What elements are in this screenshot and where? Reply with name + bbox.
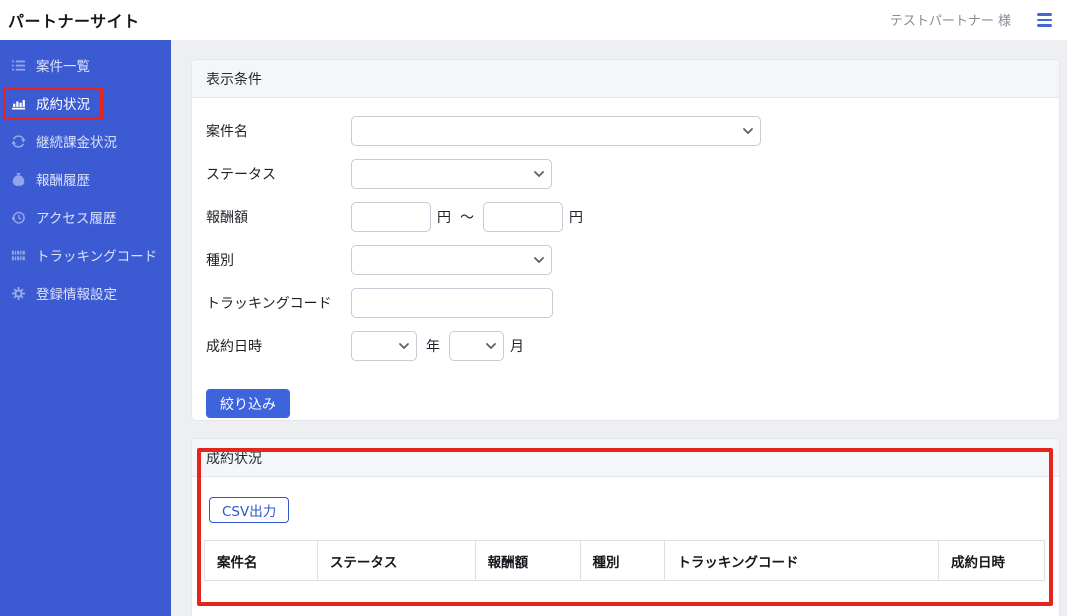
results-panel-header: 成約状況 [192, 439, 1059, 477]
filter-row-tracking-code: トラッキングコード [206, 288, 1045, 318]
field-label: 種別 [206, 253, 234, 269]
year-unit-label: 年 [426, 339, 440, 355]
filter-row-contract-date: 成約日時 年 月 [206, 331, 1045, 361]
filter-row-type: 種別 [206, 245, 1045, 275]
type-select[interactable] [351, 245, 552, 275]
sidebar-item-tracking-code[interactable]: トラッキングコード [0, 236, 171, 274]
field-label: 成約日時 [206, 339, 262, 355]
sidebar-item-label: トラッキングコード [36, 249, 158, 265]
history-clock-icon [10, 210, 27, 225]
column-header: ステータス [316, 540, 476, 581]
user-name: テストパートナー 様 [889, 14, 1011, 30]
filter-submit-button[interactable]: 絞り込み [206, 389, 290, 418]
filter-row-status: ステータス [206, 159, 1045, 189]
sidebar-item-label: 報酬履歴 [36, 173, 90, 189]
column-header: 成約日時 [938, 540, 1045, 581]
csv-export-button[interactable]: CSV出力 [209, 497, 290, 523]
bar-chart-icon [10, 96, 27, 111]
sidebar-item-label: 継続課金状況 [36, 135, 117, 151]
filter-panel-title: 表示条件 [206, 71, 262, 88]
barcode-icon [10, 248, 27, 263]
list-icon [10, 58, 27, 73]
results-panel-body: CSV出力 案件名 ステータス 報酬額 種別 トラッキングコード 成約日時 [192, 477, 1059, 581]
header-right: テストパートナー 様 [890, 6, 1067, 33]
hamburger-icon [1037, 13, 1052, 27]
sync-icon [10, 134, 27, 149]
yen-unit-label: 円 [437, 210, 451, 226]
money-bag-icon [10, 172, 27, 187]
filter-panel: 表示条件 案件名 ステータス 報酬額 円 〜 円 種別 トラッキングコード 成約… [191, 59, 1060, 421]
top-header: パートナーサイト テストパートナー 様 [0, 0, 1067, 40]
project-name-select[interactable] [351, 116, 761, 146]
reward-min-input[interactable] [351, 202, 431, 232]
gear-icon [10, 286, 27, 301]
column-header: 案件名 [204, 540, 318, 581]
filter-panel-header: 表示条件 [192, 60, 1059, 98]
field-label: 案件名 [206, 124, 248, 140]
sidebar-item-reward-history[interactable]: 報酬履歴 [0, 160, 171, 198]
sidebar-item-recurring-billing[interactable]: 継続課金状況 [0, 122, 171, 160]
field-label: 報酬額 [206, 210, 248, 226]
sidebar-item-account-settings[interactable]: 登録情報設定 [0, 274, 171, 312]
sidebar-item-label: アクセス履歴 [36, 211, 117, 227]
main-content: 表示条件 案件名 ステータス 報酬額 円 〜 円 種別 トラッキングコード 成約… [171, 40, 1067, 616]
app-title: パートナーサイト [8, 12, 140, 31]
results-table-header-row: 案件名 ステータス 報酬額 種別 トラッキングコード 成約日時 [204, 540, 1045, 581]
yen-unit-label: 円 [569, 210, 583, 226]
column-header: 種別 [579, 540, 666, 581]
sidebar-item-contract-status[interactable]: 成約状況 [0, 84, 171, 122]
column-header: トラッキングコード [664, 540, 940, 581]
reward-max-input[interactable] [483, 202, 563, 232]
results-panel-title: 成約状況 [206, 450, 262, 467]
field-label: トラッキングコード [206, 296, 332, 312]
field-label: ステータス [206, 167, 276, 183]
sidebar-item-access-history[interactable]: アクセス履歴 [0, 198, 171, 236]
sidebar: 案件一覧 成約状況 継続課金状況 報酬履歴 アクセス履歴 トラッキングコード 登… [0, 40, 171, 616]
filter-row-reward-amount: 報酬額 円 〜 円 [206, 202, 1045, 232]
sidebar-item-label: 登録情報設定 [36, 287, 117, 303]
sidebar-item-case-list[interactable]: 案件一覧 [0, 46, 171, 84]
contract-month-select[interactable] [449, 331, 504, 361]
filter-row-project-name: 案件名 [206, 116, 1045, 146]
range-tilde-label: 〜 [460, 210, 474, 226]
month-unit-label: 月 [510, 339, 524, 355]
filter-panel-body: 案件名 ステータス 報酬額 円 〜 円 種別 トラッキングコード 成約日時 年 … [192, 98, 1059, 418]
results-table: 案件名 ステータス 報酬額 種別 トラッキングコード 成約日時 [204, 540, 1045, 581]
sidebar-item-label: 成約状況 [36, 97, 90, 113]
contract-year-select[interactable] [351, 331, 417, 361]
results-panel: 成約状況 CSV出力 案件名 ステータス 報酬額 種別 トラッキングコード 成約… [191, 438, 1060, 616]
sidebar-item-label: 案件一覧 [36, 59, 90, 75]
column-header: 報酬額 [474, 540, 581, 581]
status-select[interactable] [351, 159, 552, 189]
tracking-code-input[interactable] [351, 288, 553, 318]
menu-toggle-button[interactable] [1032, 6, 1057, 33]
